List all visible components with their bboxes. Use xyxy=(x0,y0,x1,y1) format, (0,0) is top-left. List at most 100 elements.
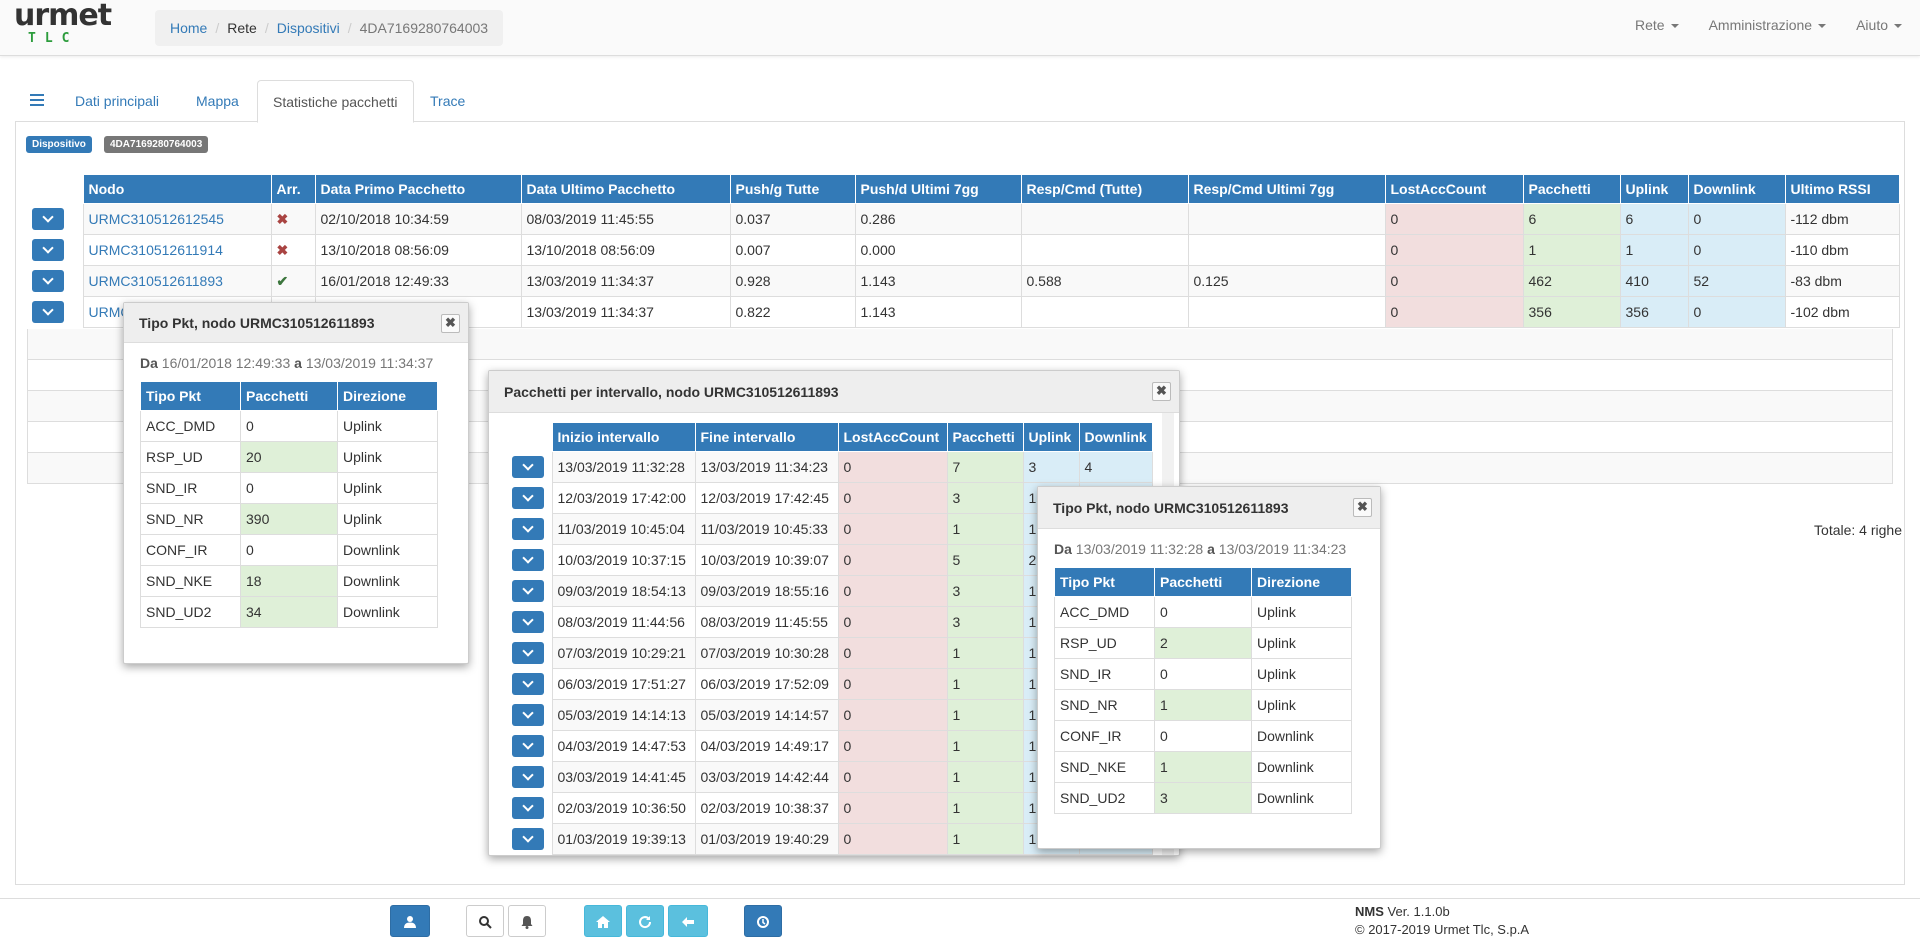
table-header-row: Nodo Arr. Data Primo Pacchetto Data Ulti… xyxy=(27,174,1900,204)
expand-row-button[interactable] xyxy=(512,611,544,633)
range-a-label: a xyxy=(1207,541,1215,557)
cell-pacchetti: 0 xyxy=(1154,720,1252,752)
breadcrumb-dispositivi[interactable]: Dispositivi xyxy=(277,20,340,36)
table-row: SND_NKE 1 Downlink xyxy=(1054,751,1352,783)
close-icon[interactable]: ✖ xyxy=(441,314,460,333)
cell-direzione: Downlink xyxy=(1251,782,1352,814)
expand-row-button[interactable] xyxy=(512,704,544,726)
tab-trace[interactable]: Trace xyxy=(415,80,480,122)
bell-icon xyxy=(521,916,533,930)
col-data-ultimo[interactable]: Data Ultimo Pacchetto xyxy=(520,174,731,204)
tab-dati-principali[interactable]: Dati principali xyxy=(60,80,174,122)
expand-cell xyxy=(27,203,83,235)
table-row: SND_NR 1 Uplink xyxy=(1054,689,1352,721)
expand-row-button[interactable] xyxy=(512,518,544,540)
tab-statistiche-pacchetti[interactable]: Statistiche pacchetti xyxy=(257,80,414,123)
refresh-button[interactable] xyxy=(626,905,664,937)
hamburger-menu-icon[interactable] xyxy=(30,94,44,106)
cell-fine: 05/03/2019 14:14:57 xyxy=(694,699,839,731)
node-link[interactable]: URMC310512611893 xyxy=(89,273,223,289)
breadcrumb-home[interactable]: Home xyxy=(170,20,207,36)
expand-row-button[interactable] xyxy=(512,828,544,850)
expand-cell xyxy=(507,637,552,669)
cell-arr: ✖ xyxy=(270,203,316,235)
cell-nodo[interactable]: URMC310512611914 xyxy=(82,234,272,266)
notifications-button[interactable] xyxy=(508,905,546,937)
expand-column-header xyxy=(507,422,552,452)
cell-nodo[interactable]: URMC310512612545 xyxy=(82,203,272,235)
menu-rete[interactable]: Rete xyxy=(1635,17,1679,33)
expand-row-button[interactable] xyxy=(512,487,544,509)
search-button[interactable] xyxy=(466,905,504,937)
cell-inizio: 11/03/2019 10:45:04 xyxy=(551,513,696,545)
expand-row-button[interactable] xyxy=(512,642,544,664)
col-push-d[interactable]: Push/d Ultimi 7gg xyxy=(854,174,1022,204)
col-direzione: Direzione xyxy=(337,381,438,411)
col-resp-cmd[interactable]: Resp/Cmd (Tutte) xyxy=(1020,174,1189,204)
user-button[interactable] xyxy=(390,905,430,937)
node-link[interactable]: URMC310512612545 xyxy=(89,211,224,227)
table-row: SND_IR 0 Uplink xyxy=(140,472,438,504)
urmet-logo[interactable]: urmet TLC xyxy=(14,1,112,52)
cell-tipo-pkt: SND_UD2 xyxy=(140,596,241,628)
cell-down: 52 xyxy=(1687,265,1786,297)
cell-pacchetti: 2 xyxy=(1154,627,1252,659)
expand-row-button[interactable] xyxy=(512,673,544,695)
cell-inizio: 01/03/2019 19:39:13 xyxy=(551,823,696,855)
menu-aiuto[interactable]: Aiuto xyxy=(1856,17,1902,33)
cell-resp7: 0.125 xyxy=(1187,265,1386,297)
breadcrumb: Home / Rete / Dispositivi / 4DA716928076… xyxy=(155,10,504,46)
col-tipo-pkt: Tipo Pkt xyxy=(1054,567,1155,597)
expand-row-button[interactable] xyxy=(512,580,544,602)
table-header-row: Tipo Pkt Pacchetti Direzione xyxy=(140,381,438,411)
menu-aiuto-label: Aiuto xyxy=(1856,17,1888,33)
cell-resp xyxy=(1020,234,1189,266)
expand-row-button[interactable] xyxy=(512,766,544,788)
table-row: SND_NR 390 Uplink xyxy=(140,503,438,535)
cell-inizio: 10/03/2019 10:37:15 xyxy=(551,544,696,576)
cell-pacchetti: 3 xyxy=(1154,782,1252,814)
home-button[interactable] xyxy=(584,905,622,937)
cell-nodo[interactable]: URMC310512611893 xyxy=(82,265,272,297)
back-button[interactable] xyxy=(668,905,708,937)
col-lostacccount[interactable]: LostAccCount xyxy=(1384,174,1524,204)
col-arr[interactable]: Arr. xyxy=(270,174,316,204)
col-uplink[interactable]: Uplink xyxy=(1619,174,1689,204)
col-downlink[interactable]: Downlink xyxy=(1687,174,1786,204)
expand-row-button[interactable] xyxy=(512,456,544,478)
cell-inizio: 07/03/2019 10:29:21 xyxy=(551,637,696,669)
expand-row-button[interactable] xyxy=(32,270,64,292)
col-push-g[interactable]: Push/g Tutte xyxy=(729,174,856,204)
cell-inizio: 03/03/2019 14:41:45 xyxy=(551,761,696,793)
history-button[interactable] xyxy=(744,905,782,937)
col-pacchetti[interactable]: Pacchetti xyxy=(1522,174,1621,204)
table-row: URMC310512611914 ✖ 13/10/2018 08:56:09 13/1… xyxy=(27,234,1900,266)
node-link[interactable]: URMC310512611914 xyxy=(89,242,223,258)
tab-mappa[interactable]: Mappa xyxy=(181,80,254,122)
col-nodo[interactable]: Nodo xyxy=(82,174,272,204)
expand-row-button[interactable] xyxy=(32,301,64,323)
cell-resp7 xyxy=(1187,203,1386,235)
cell-direzione: Downlink xyxy=(1251,720,1352,752)
table-row: SND_UD2 3 Downlink xyxy=(1054,782,1352,814)
close-icon[interactable]: ✖ xyxy=(1353,498,1372,517)
col-resp-cmd-7gg[interactable]: Resp/Cmd Ultimi 7gg xyxy=(1187,174,1386,204)
search-icon xyxy=(479,916,492,930)
col-data-primo[interactable]: Data Primo Pacchetto xyxy=(314,174,522,204)
cell-lostacccount: 0 xyxy=(837,668,948,700)
cell-pkt: 1 xyxy=(1522,234,1621,266)
expand-row-button[interactable] xyxy=(512,735,544,757)
table-row: CONF_IR 0 Downlink xyxy=(1054,720,1352,752)
expand-row-button[interactable] xyxy=(512,797,544,819)
menu-amministrazione[interactable]: Amministrazione xyxy=(1709,17,1827,33)
cell-lostacccount: 0 xyxy=(837,730,948,762)
col-ultimo-rssi[interactable]: Ultimo RSSI xyxy=(1784,174,1900,204)
cell-pacchetti: 1 xyxy=(946,513,1024,545)
expand-row-button[interactable] xyxy=(32,208,64,230)
expand-row-button[interactable] xyxy=(512,549,544,571)
close-icon[interactable]: ✖ xyxy=(1152,382,1171,401)
cell-fine: 03/03/2019 14:42:44 xyxy=(694,761,839,793)
expand-cell xyxy=(507,544,552,576)
expand-row-button[interactable] xyxy=(32,239,64,261)
cell-pushg: 0.007 xyxy=(729,234,856,266)
